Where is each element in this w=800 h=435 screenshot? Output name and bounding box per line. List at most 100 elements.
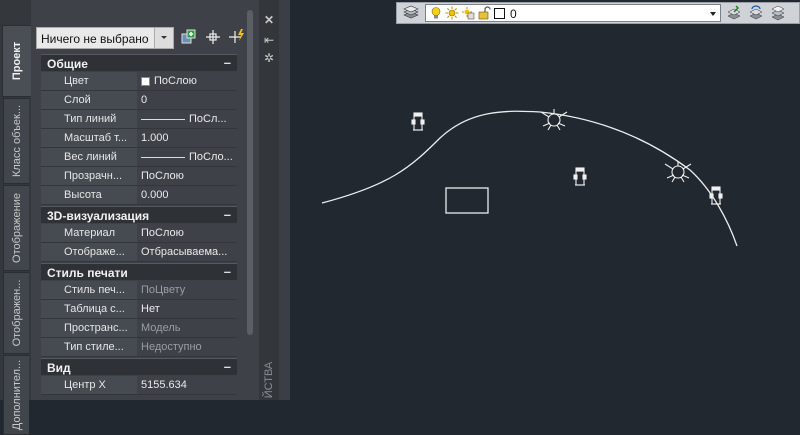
property-value-label: 1.000 xyxy=(141,132,169,144)
property-value[interactable]: 0 xyxy=(138,91,237,109)
property-key: Стиль печ... xyxy=(41,281,137,299)
property-value[interactable]: 1.000 xyxy=(138,129,237,147)
property-value[interactable]: ПоСлою xyxy=(138,167,237,185)
rectangle-object[interactable] xyxy=(445,187,489,214)
property-key-label: Масштаб т... xyxy=(64,132,128,144)
property-key-label: Материал xyxy=(64,227,115,239)
tab-label: Дополнител... xyxy=(10,359,23,431)
property-key-label: Стиль печ... xyxy=(64,284,125,296)
hydrant-icon[interactable] xyxy=(411,112,425,131)
settings-icon[interactable]: ✲ xyxy=(263,52,275,64)
property-value[interactable]: Модель xyxy=(138,319,237,337)
property-value[interactable]: Нет xyxy=(138,300,237,318)
property-key-label: Прозрачн... xyxy=(64,170,123,182)
collapse-icon[interactable]: – xyxy=(224,359,231,374)
property-value-label: 5155.634 xyxy=(141,379,187,391)
property-value-label: ПоЦвету xyxy=(141,284,186,296)
bulb-on-icon[interactable] xyxy=(429,6,443,20)
property-key: Прозрачн... xyxy=(41,167,137,185)
drawing-canvas[interactable] xyxy=(290,26,800,400)
selector-value: Ничего не выбрано xyxy=(41,32,149,46)
property-key: Таблица с... xyxy=(41,300,137,318)
property-value-label: Недоступно xyxy=(141,341,202,353)
chevron-down-icon[interactable] xyxy=(154,28,173,48)
section-title: Стиль печати xyxy=(47,266,128,280)
polyline-curve[interactable] xyxy=(321,110,738,247)
property-value[interactable]: ПоСл... xyxy=(138,110,237,128)
properties-palette: Проект Класс объек... Отображение Отобра… xyxy=(0,0,290,435)
property-value[interactable]: ПоСлою xyxy=(138,72,237,90)
property-key-label: Цвет xyxy=(64,75,89,87)
quick-select-icon[interactable] xyxy=(228,28,246,46)
collapse-icon[interactable]: – xyxy=(224,264,231,279)
property-row[interactable]: Тип стиле... Недоступно xyxy=(41,338,237,357)
property-row[interactable]: Пространс... Модель xyxy=(41,319,237,338)
make-current-layer-icon[interactable] xyxy=(726,5,742,21)
property-row[interactable]: Цвет ПоСлою xyxy=(41,72,237,91)
property-value[interactable]: Недоступно xyxy=(138,338,237,356)
hydrant-icon[interactable] xyxy=(573,167,587,186)
property-key: Тип линий xyxy=(41,110,137,128)
section-header[interactable]: 3D-визуализация – xyxy=(41,206,237,223)
section-header[interactable]: Общие – xyxy=(41,54,237,71)
property-row[interactable]: Масштаб т... 1.000 xyxy=(41,129,237,148)
sun-thaw-icon[interactable] xyxy=(445,6,459,20)
property-row[interactable]: Вес линий ПоСло... xyxy=(41,148,237,167)
auto-hide-icon[interactable]: ⇤ xyxy=(263,34,275,46)
layer-manager-icon[interactable] xyxy=(402,5,420,21)
property-row[interactable]: Стиль печ... ПоЦвету xyxy=(41,281,237,300)
tab-label: Проект xyxy=(11,41,23,81)
object-selector-dropdown[interactable]: Ничего не выбрано xyxy=(36,27,174,49)
property-key-label: Отображе... xyxy=(64,246,125,258)
property-key-label: Тип стиле... xyxy=(64,341,124,353)
property-key: Центр X xyxy=(41,376,137,394)
property-row[interactable]: Центр X 5155.634 xyxy=(41,376,237,395)
section-header[interactable]: Стиль печати – xyxy=(41,263,237,280)
tab-display[interactable]: Отображение xyxy=(3,185,29,271)
select-objects-icon[interactable] xyxy=(204,28,222,46)
property-value[interactable]: ПоСлою xyxy=(138,224,237,242)
tab-project[interactable]: Проект xyxy=(2,25,31,97)
property-row[interactable]: Таблица с... Нет xyxy=(41,300,237,319)
current-layer-name: 0 xyxy=(510,7,517,21)
tab-label: Отображен... xyxy=(10,279,23,347)
property-row[interactable]: Прозрачн... ПоСлою xyxy=(41,167,237,186)
section-header[interactable]: Вид – xyxy=(41,358,237,375)
property-key: Вес линий xyxy=(41,148,137,166)
property-row[interactable]: Высота 0.000 xyxy=(41,186,237,205)
property-row[interactable]: Отображе... Отбрасываема... xyxy=(41,243,237,262)
viewport-freeze-icon[interactable] xyxy=(461,6,475,20)
property-value[interactable]: Отбрасываема... xyxy=(138,243,237,261)
property-key: Пространс... xyxy=(41,319,137,337)
close-icon[interactable]: ✕ xyxy=(263,14,275,26)
layer-states-icon[interactable] xyxy=(770,5,786,21)
tab-extended[interactable]: Дополнител... xyxy=(3,355,29,435)
collapse-icon[interactable]: – xyxy=(224,207,231,222)
layer-previous-icon[interactable] xyxy=(748,5,764,21)
tab-display-2[interactable]: Отображен... xyxy=(3,272,29,354)
toggle-pickadd-icon[interactable] xyxy=(180,28,198,46)
street-light-icon[interactable] xyxy=(664,161,692,183)
property-row[interactable]: Материал ПоСлою xyxy=(41,224,237,243)
property-value-label: ПоСлою xyxy=(141,227,184,239)
property-value[interactable]: ПоЦвету xyxy=(138,281,237,299)
unlock-icon[interactable] xyxy=(477,6,491,20)
property-key-label: Слой xyxy=(64,94,91,106)
property-value[interactable]: 5155.634 xyxy=(138,376,237,394)
linetype-swatch xyxy=(141,118,185,120)
property-key-label: Центр X xyxy=(64,379,106,391)
property-key: Материал xyxy=(41,224,137,242)
property-key-label: Вес линий xyxy=(64,151,117,163)
property-value-label: ПоСлою xyxy=(141,170,184,182)
chevron-down-icon[interactable] xyxy=(710,12,716,16)
tab-label: Класс объек... xyxy=(10,104,23,178)
palette-scrollbar[interactable] xyxy=(247,10,253,335)
layer-dropdown[interactable]: 0 xyxy=(425,4,721,22)
property-value[interactable]: ПоСло... xyxy=(138,148,237,166)
property-row[interactable]: Слой 0 xyxy=(41,91,237,110)
property-value[interactable]: 0.000 xyxy=(138,186,237,204)
property-row[interactable]: Тип линий ПоСл... xyxy=(41,110,237,129)
property-value-label: Нет xyxy=(141,303,160,315)
tab-object-class[interactable]: Класс объек... xyxy=(3,98,29,184)
collapse-icon[interactable]: – xyxy=(224,55,231,70)
